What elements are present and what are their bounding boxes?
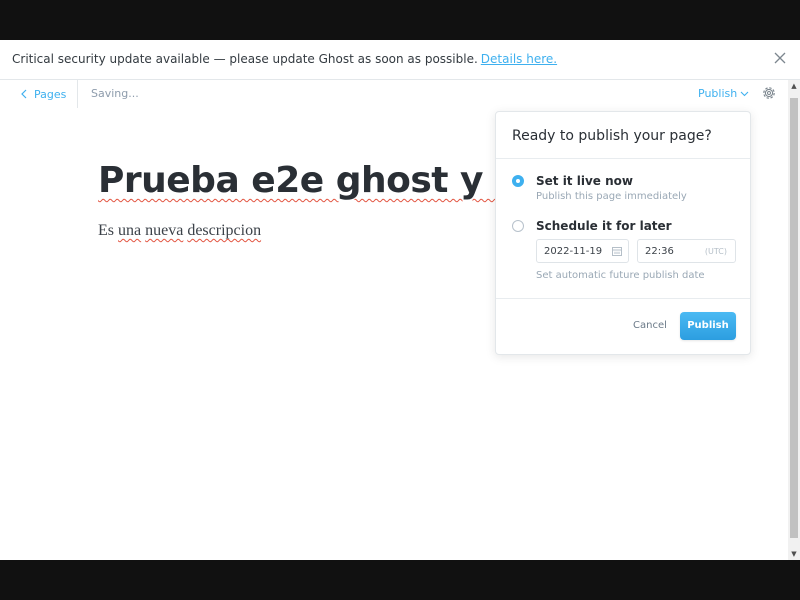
option-set-live-now-label[interactable]: Set it live now (536, 174, 633, 188)
schedule-time-input[interactable]: 22:36 (UTC) (637, 239, 736, 263)
post-title-input[interactable]: Prueba e2e ghost y cy (98, 160, 518, 212)
calendar-icon (612, 247, 622, 256)
radio-schedule-later[interactable] (512, 220, 524, 232)
option-schedule-later-hint: Set automatic future publish date (536, 270, 705, 281)
banner-message: Critical security update available — ple… (12, 52, 478, 66)
gear-icon[interactable] (761, 85, 777, 101)
body-word-misspelled: descripcion (187, 222, 262, 239)
schedule-date-input[interactable]: 2022-11-19 (536, 239, 629, 263)
security-alert-banner: Critical security update available — ple… (0, 40, 800, 80)
option-schedule-later-label[interactable]: Schedule it for later (536, 219, 672, 233)
scroll-down-arrow[interactable]: ▼ (788, 548, 800, 560)
banner-details-link[interactable]: Details here. (481, 52, 557, 66)
vertical-scrollbar[interactable]: ▲ ▼ (788, 80, 800, 560)
body-word-misspelled: nueva (145, 222, 184, 239)
divider (496, 298, 750, 299)
schedule-date-value: 2022-11-19 (544, 246, 603, 257)
schedule-time-value: 22:36 (645, 246, 674, 257)
back-to-pages-link[interactable]: Pages (20, 86, 66, 102)
timezone-label: (UTC) (704, 247, 727, 256)
close-icon[interactable] (772, 50, 788, 66)
publish-menu-heading: Ready to publish your page? (512, 128, 712, 144)
body-word: Es (98, 222, 114, 239)
banner-text: Critical security update available — ple… (12, 52, 557, 66)
save-status: Saving... (91, 87, 139, 100)
editor-header: Pages Saving... Publish (0, 80, 788, 108)
cancel-button[interactable]: Cancel (633, 320, 667, 331)
publish-menu-trigger[interactable]: Publish (698, 87, 749, 100)
scroll-thumb[interactable] (790, 98, 798, 538)
back-link-label: Pages (34, 87, 67, 101)
publish-trigger-label: Publish (698, 87, 738, 100)
post-body-editor[interactable]: Es una nueva descripcion (98, 222, 261, 240)
divider (496, 158, 750, 159)
header-divider (77, 80, 78, 108)
scroll-up-arrow[interactable]: ▲ (788, 80, 800, 92)
editor-window: Critical security update available — ple… (0, 40, 800, 560)
radio-set-live-now[interactable] (512, 175, 524, 187)
body-word-misspelled: una (118, 222, 142, 239)
chevron-down-icon (740, 91, 749, 96)
chevron-left-icon (21, 89, 27, 99)
publish-menu-popover: Ready to publish your page? Set it live … (495, 111, 751, 355)
publish-button[interactable]: Publish (680, 312, 736, 340)
option-set-live-now-description: Publish this page immediately (536, 191, 687, 202)
